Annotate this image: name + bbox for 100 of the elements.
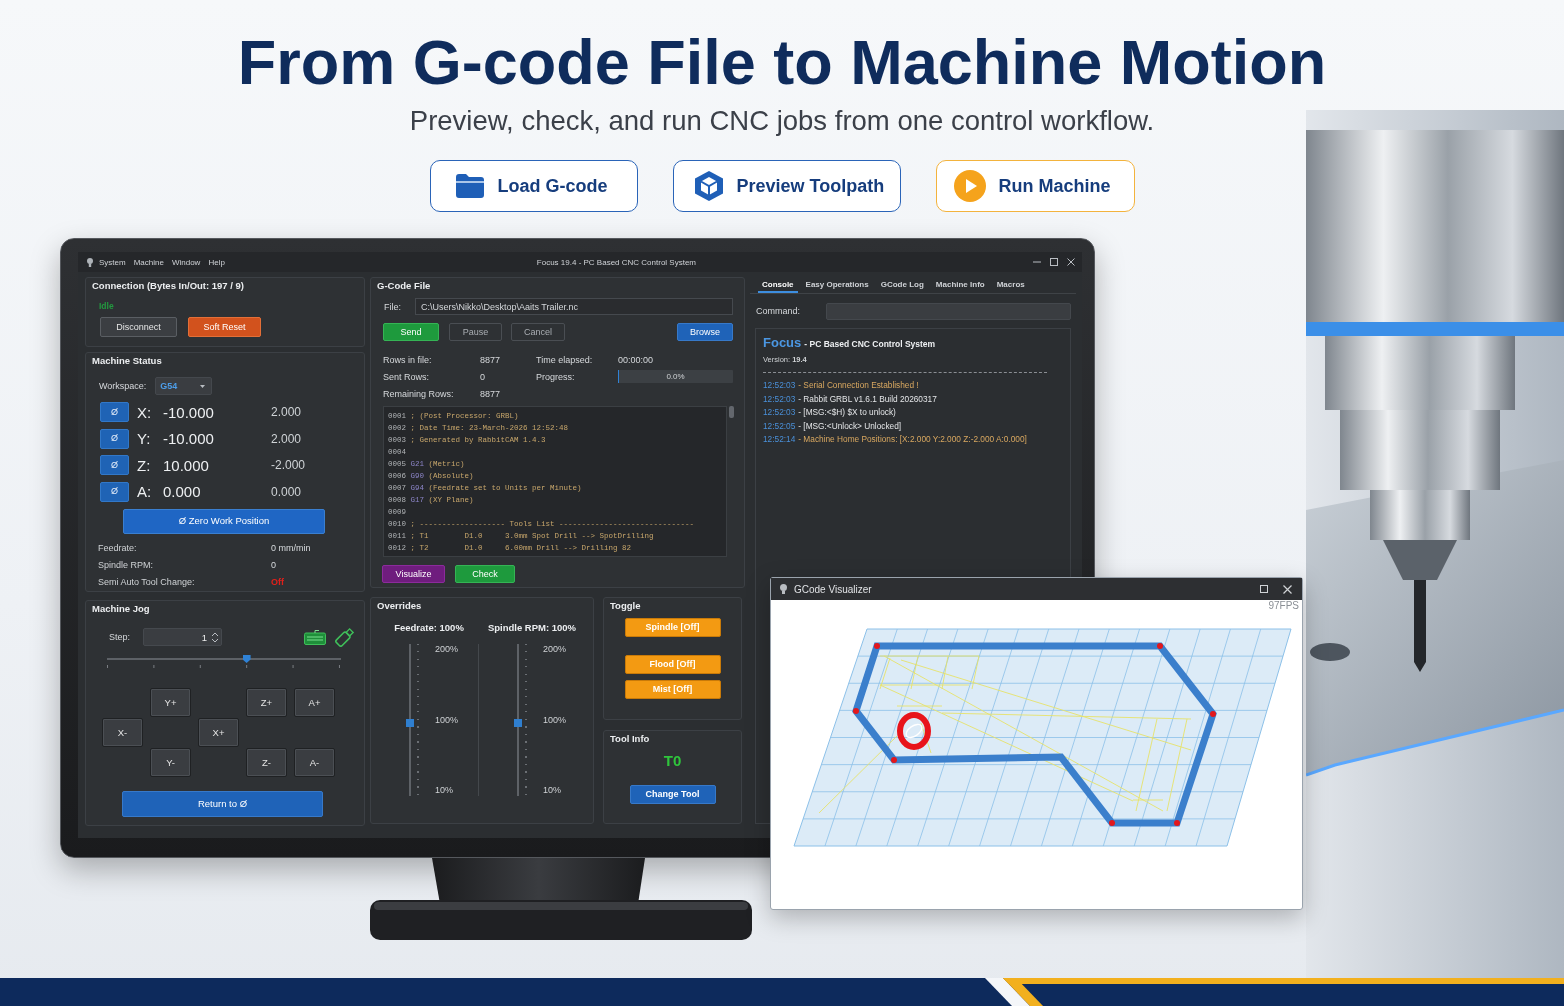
progress-reading: 0.0% bbox=[666, 372, 685, 381]
work-position: 0.000 bbox=[163, 483, 202, 500]
reset-button[interactable]: Soft Reset bbox=[188, 317, 261, 337]
stat-value: 0 bbox=[480, 371, 486, 382]
panel-title: Machine Jog bbox=[92, 603, 150, 615]
tab[interactable]: Macros bbox=[992, 277, 1029, 293]
stat-value: 8877 bbox=[480, 388, 502, 399]
jog-button[interactable]: Y- bbox=[150, 748, 191, 777]
work-position: 10.000 bbox=[163, 456, 210, 474]
log-time: 12:52:05 bbox=[763, 419, 796, 433]
send-button[interactable]: Send bbox=[383, 323, 439, 341]
jog-button[interactable]: A- bbox=[294, 748, 335, 777]
axis-zero-button[interactable]: Ø bbox=[100, 455, 129, 475]
file-path-field[interactable]: C:\Users\Nikko\Desktop\Aaits Trailer.nc bbox=[415, 298, 733, 315]
readout-value: 0 mm/min bbox=[271, 543, 311, 553]
tool-ring-icon bbox=[897, 712, 931, 750]
tick-label: 200% bbox=[435, 644, 459, 655]
machine-position: 2.000 bbox=[271, 405, 302, 419]
zero-work-position-button[interactable]: Ø Zero Work Position bbox=[123, 508, 325, 534]
tick-label: 100% bbox=[543, 714, 567, 726]
bulb-icon bbox=[87, 257, 93, 267]
jog-button[interactable]: X- bbox=[102, 718, 143, 747]
tool-number: T0 bbox=[663, 752, 682, 770]
step-spinbox[interactable]: 1 bbox=[143, 628, 222, 646]
tab[interactable]: Console bbox=[758, 277, 798, 293]
menu-item[interactable]: Help bbox=[208, 257, 225, 267]
maximize-icon[interactable] bbox=[1050, 258, 1058, 266]
play-icon bbox=[953, 170, 986, 202]
run-button[interactable]: Run Machine bbox=[935, 160, 1135, 212]
bulb-icon bbox=[780, 584, 787, 594]
caret-icon bbox=[200, 384, 206, 388]
stat-label: Progress: bbox=[536, 371, 576, 382]
window-title: Focus 19.4 - PC Based CNC Control System bbox=[536, 257, 696, 267]
axis-zero-button[interactable]: Ø bbox=[100, 481, 129, 502]
log-time: 12:52:14 bbox=[763, 433, 796, 446]
maximize-icon[interactable] bbox=[1260, 585, 1268, 593]
cancel-button[interactable]: Cancel bbox=[511, 323, 565, 341]
readout-value: Off bbox=[271, 577, 284, 587]
slider-thumb[interactable] bbox=[406, 718, 414, 727]
folder-icon bbox=[454, 173, 485, 199]
usb-stick-icon[interactable] bbox=[334, 627, 356, 647]
tab[interactable]: GCode Log bbox=[876, 277, 928, 293]
slider-thumb[interactable] bbox=[514, 718, 522, 727]
jog-button[interactable]: Z+ bbox=[246, 688, 287, 717]
pause-button[interactable]: Pause bbox=[449, 323, 502, 341]
preview-button[interactable]: Preview Toolpath bbox=[672, 160, 901, 212]
minimize-icon[interactable] bbox=[1033, 258, 1041, 266]
panel-title: Overrides bbox=[377, 600, 422, 612]
connection-state: Idle bbox=[99, 301, 114, 312]
change-tool-button[interactable]: Change Tool bbox=[629, 785, 716, 804]
stat-label: Time elapsed: bbox=[536, 354, 594, 365]
panel-title: Tool Info bbox=[610, 733, 650, 745]
close-icon[interactable] bbox=[1283, 584, 1292, 594]
disconnect-button[interactable]: Disconnect bbox=[100, 317, 177, 337]
stat-label: Sent Rows: bbox=[383, 371, 431, 382]
load-button[interactable]: Load G-code bbox=[429, 160, 638, 212]
slider-thumb[interactable] bbox=[242, 655, 251, 663]
jog-button[interactable]: Z- bbox=[246, 748, 287, 777]
axis-label: Y: bbox=[137, 430, 152, 447]
subheadline: Preview, check, and run CNC jobs from one control workflow. bbox=[409, 105, 1155, 137]
step-label: Step: bbox=[109, 632, 131, 642]
stat-label: Rows in file: bbox=[383, 354, 433, 365]
tick-label: 100% bbox=[435, 714, 459, 726]
fps-counter: 97FPS bbox=[1268, 600, 1299, 611]
tab[interactable]: Machine Info bbox=[931, 277, 989, 293]
log-message: - Rabbit GRBL v1.6.1 Build 20260317 bbox=[798, 392, 937, 406]
tab[interactable]: Easy Operations bbox=[801, 277, 873, 293]
workspace-label: Workspace: bbox=[99, 381, 147, 391]
menu-item[interactable]: Window bbox=[171, 257, 201, 267]
menu-item[interactable]: Machine bbox=[133, 257, 164, 267]
command-field[interactable] bbox=[826, 302, 1071, 320]
override-label: Spindle RPM: 100% bbox=[487, 622, 577, 634]
brand-tagline: - PC Based CNC Control System bbox=[804, 338, 936, 351]
stat-value: 8877 bbox=[480, 354, 502, 365]
log-message: - Machine Home Positions: [X:2.000 Y:2.000 Z:-2.000 A:0.000] bbox=[798, 433, 1027, 446]
return-to-zero-button[interactable]: Return to Ø bbox=[122, 791, 323, 817]
stat-value: 00:00:00 bbox=[618, 354, 655, 365]
keyboard-icon[interactable] bbox=[304, 629, 326, 645]
panel-title: Connection (Bytes In/Out: 197 / 9) bbox=[92, 280, 245, 292]
readout-label: Feedrate: bbox=[98, 543, 138, 553]
jog-button[interactable]: A+ bbox=[294, 688, 335, 717]
command-label: Command: bbox=[756, 306, 801, 316]
visualize-button[interactable]: Visualize bbox=[382, 565, 445, 583]
menu-item[interactable]: System bbox=[99, 257, 126, 267]
cube-icon bbox=[693, 170, 724, 202]
browse-button[interactable]: Browse bbox=[677, 323, 733, 341]
log-message: - [MSG:<$H) $X to unlock) bbox=[798, 406, 896, 419]
check-button[interactable]: Check bbox=[455, 565, 515, 583]
machine-position: 2.000 bbox=[271, 431, 302, 446]
scrollbar[interactable] bbox=[729, 406, 734, 418]
axis-zero-button[interactable]: Ø bbox=[100, 428, 129, 449]
close-icon[interactable] bbox=[1067, 258, 1075, 266]
panel-title: Machine Status bbox=[92, 355, 162, 367]
jog-button[interactable]: Y+ bbox=[150, 688, 191, 717]
axis-zero-button[interactable]: Ø bbox=[100, 402, 129, 422]
tick-label: 10% bbox=[543, 785, 562, 796]
jog-button[interactable]: X+ bbox=[198, 718, 239, 747]
readout-label: Spindle RPM: bbox=[98, 560, 155, 570]
workspace-dropdown[interactable]: G54 bbox=[155, 377, 213, 395]
readout-label: Semi Auto Tool Change: bbox=[98, 577, 196, 587]
